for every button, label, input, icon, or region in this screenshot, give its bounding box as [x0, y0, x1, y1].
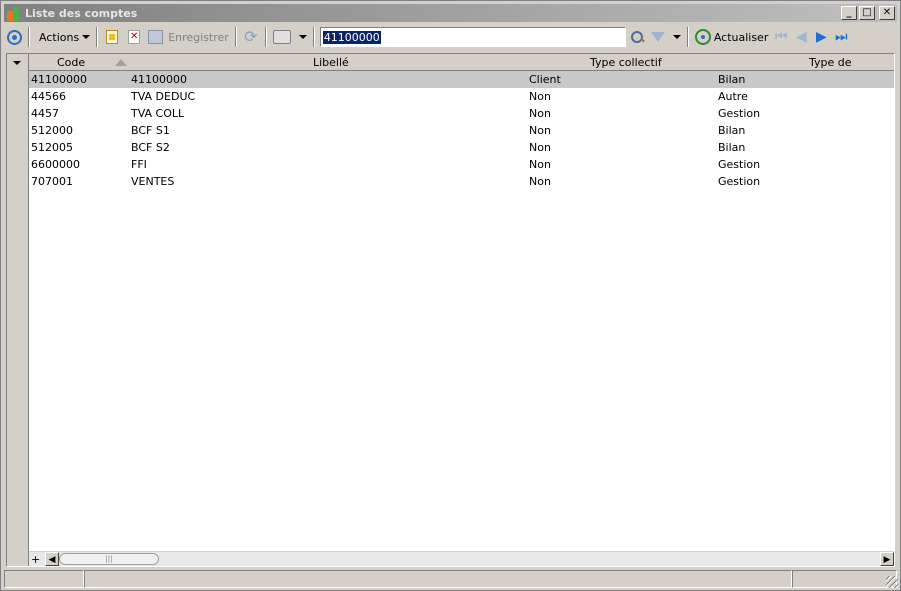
column-header-type-collectif[interactable]: Type collectif: [590, 56, 662, 69]
scroll-right-button[interactable]: ▶: [880, 552, 894, 566]
cell-type-compte: Gestion: [718, 107, 761, 120]
scroll-thumb[interactable]: |||: [59, 553, 159, 565]
cell-type-collectif: Non: [529, 141, 551, 154]
cell-type-compte: Bilan: [718, 124, 746, 137]
table-row[interactable]: 512000 BCF S1 Non Bilan: [29, 122, 894, 139]
print-button[interactable]: [270, 26, 310, 48]
table-row[interactable]: 6600000 FFI Non Gestion: [29, 156, 894, 173]
save-button[interactable]: Enregistrer: [145, 26, 232, 48]
grid-rows: 41100000 41100000 Client Bilan 44566 TVA…: [29, 71, 894, 190]
resize-grip-icon[interactable]: [886, 576, 898, 588]
table-row[interactable]: 41100000 41100000 Client Bilan: [29, 71, 894, 88]
chevron-down-icon: [298, 35, 307, 39]
home-button[interactable]: [4, 26, 25, 48]
cell-libelle: 41100000: [131, 73, 187, 86]
column-header-code[interactable]: Code: [57, 56, 85, 69]
cell-code: 41100000: [31, 73, 87, 86]
cell-type-compte: Bilan: [718, 141, 746, 154]
app-logo-icon: [6, 5, 22, 21]
table-row[interactable]: 512005 BCF S2 Non Bilan: [29, 139, 894, 156]
cell-type-compte: Bilan: [718, 73, 746, 86]
save-icon: [148, 30, 164, 44]
sync-button[interactable]: ⟳: [240, 26, 262, 48]
cell-libelle: TVA DEDUC: [131, 90, 196, 103]
table-row[interactable]: 44566 TVA DEDUC Non Autre: [29, 88, 894, 105]
cell-type-collectif: Non: [529, 90, 551, 103]
filter-icon: [650, 32, 665, 42]
column-header-libelle[interactable]: Libellé: [313, 56, 349, 69]
cell-type-collectif: Non: [529, 124, 551, 137]
cell-libelle: TVA COLL: [131, 107, 185, 120]
cell-code: 44566: [31, 90, 66, 103]
status-panel-2: [84, 570, 792, 588]
cell-libelle: BCF S1: [131, 124, 170, 137]
cell-type-collectif: Non: [529, 175, 551, 188]
accounts-grid[interactable]: Code Libellé Type collectif Type de comp…: [6, 53, 895, 567]
cell-type-collectif: Non: [529, 107, 551, 120]
cell-code: 6600000: [31, 158, 80, 171]
previous-record-button[interactable]: ◀: [791, 29, 811, 45]
search-icon: [629, 29, 645, 45]
search-input[interactable]: 41100000: [322, 30, 381, 44]
cell-code: 512005: [31, 141, 73, 154]
actions-menu-button[interactable]: Actions: [33, 26, 93, 48]
horizontal-scrollbar[interactable]: + ◀ ||| ▶: [29, 551, 894, 566]
target-icon: [7, 29, 22, 45]
cell-code: 707001: [31, 175, 73, 188]
refresh-icon: [694, 29, 711, 45]
grid-header: Code Libellé Type collectif Type de comp…: [29, 54, 894, 82]
row-selector-column: [7, 54, 29, 566]
app-window: Liste des comptes _ □ ✕ Actions ✕ Enregi…: [0, 0, 901, 591]
table-row[interactable]: 4457 TVA COLL Non Gestion: [29, 105, 894, 122]
window-title: Liste des comptes: [25, 6, 138, 20]
new-button[interactable]: [101, 26, 123, 48]
cell-libelle: VENTES: [131, 175, 175, 188]
refresh-label: Actualiser: [713, 30, 769, 44]
cell-libelle: FFI: [131, 158, 147, 171]
refresh-button[interactable]: Actualiser: [692, 26, 772, 48]
next-record-button[interactable]: ▶: [811, 29, 831, 45]
search-button[interactable]: [626, 26, 648, 48]
chevron-down-icon: [82, 35, 91, 39]
status-panel-3: [792, 570, 897, 588]
first-record-button[interactable]: ⏮: [771, 29, 791, 45]
delete-icon: ✕: [128, 30, 141, 44]
cell-code: 4457: [31, 107, 59, 120]
toolbar: Actions ✕ Enregistrer ⟳ 41100000 Actuali…: [4, 24, 897, 50]
title-bar[interactable]: Liste des comptes _ □ ✕: [4, 4, 897, 22]
chevron-down-icon[interactable]: [13, 61, 21, 65]
table-row[interactable]: 707001 VENTES Non Gestion: [29, 173, 894, 190]
cell-type-collectif: Non: [529, 158, 551, 171]
actions-label: Actions: [39, 30, 80, 44]
printer-icon: [272, 30, 291, 44]
cell-code: 512000: [31, 124, 73, 137]
cell-type-collectif: Client: [529, 73, 561, 86]
cell-libelle: BCF S2: [131, 141, 170, 154]
last-record-button[interactable]: ⏭: [831, 29, 851, 45]
save-label: Enregistrer: [168, 30, 229, 44]
expand-button[interactable]: +: [31, 553, 40, 566]
status-bar: [4, 570, 897, 588]
filter-button[interactable]: [648, 26, 684, 48]
minimize-button[interactable]: _: [841, 6, 857, 20]
search-field[interactable]: 41100000: [319, 27, 626, 47]
sync-icon: ⟳: [244, 27, 258, 46]
new-document-icon: [106, 30, 119, 44]
close-button[interactable]: ✕: [879, 6, 895, 20]
cell-type-compte: Autre: [718, 90, 748, 103]
cell-type-compte: Gestion: [718, 158, 761, 171]
delete-button[interactable]: ✕: [123, 26, 145, 48]
cell-type-compte: Gestion: [718, 175, 761, 188]
sort-ascending-icon: [115, 59, 127, 66]
chevron-down-icon: [672, 35, 681, 39]
scroll-left-button[interactable]: ◀: [45, 552, 59, 566]
maximize-button[interactable]: □: [859, 6, 875, 20]
status-panel-1: [4, 570, 84, 588]
